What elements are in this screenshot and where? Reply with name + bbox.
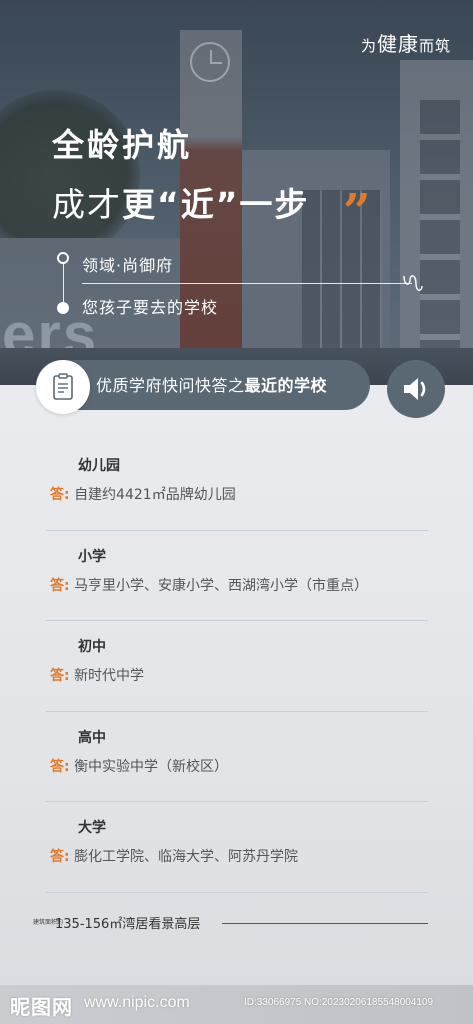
question-label: 大学	[78, 820, 106, 836]
question-label: 初中	[78, 639, 106, 655]
list-item: 初中 答: 新时代中学	[46, 621, 428, 712]
tagline-school: 您孩子要去的学校	[82, 298, 219, 317]
squiggle-icon	[403, 275, 423, 291]
footer-small-label: 建筑面积约	[33, 919, 64, 926]
quote-mark-icon: ”	[343, 184, 371, 240]
watermark-url: www.nipic.com	[84, 994, 190, 1011]
brand-slogan: 为健康而筑	[360, 32, 451, 56]
watermark-logo: 昵图网	[10, 995, 73, 1019]
speaker-icon[interactable]	[387, 360, 445, 418]
list-item: 幼儿园 答: 自建约4421㎡品牌幼儿园	[46, 440, 428, 531]
ring-dot-icon	[57, 252, 69, 264]
question-label: 高中	[78, 729, 106, 746]
footer-text: 135-156㎡湾居看景高层	[55, 917, 201, 932]
qa-banner-title: 优质学府快问快答之最近的学校	[96, 376, 328, 395]
headline-secondary: 成才更“近”一步	[52, 185, 310, 224]
filled-dot-icon	[57, 302, 69, 314]
list-item: 高中 答: 衡中实验中学（新校区）	[46, 712, 428, 802]
list-item: 大学 答: 膨化工学院、临海大学、阿苏丹学院	[46, 802, 428, 893]
tagline: 领域·尚御府 您孩子要去的学校	[52, 248, 423, 328]
answer-text: 答: 新时代中学	[50, 668, 145, 684]
answer-text: 答: 马亨里小学、安康小学、西湖湾小学（市重点）	[50, 577, 369, 594]
question-label: 小学	[78, 548, 106, 565]
answer-text: 答: 膨化工学院、临海大学、阿苏丹学院	[50, 849, 299, 865]
headline-primary: 全龄护航	[52, 126, 193, 164]
watermark-id: ID:33066975 NO:20230206185548004109	[244, 997, 434, 1008]
footer-divider	[222, 923, 428, 924]
answer-text: 答: 自建约4421㎡品牌幼儿园	[50, 487, 236, 503]
list-item: 小学 答: 马亨里小学、安康小学、西湖湾小学（市重点）	[46, 531, 428, 621]
qa-list: 幼儿园 答: 自建约4421㎡品牌幼儿园 小学 答: 马亨里小学、安康小学、西湖…	[46, 440, 428, 893]
question-label: 幼儿园	[78, 458, 120, 474]
clipboard-icon	[36, 360, 90, 414]
answer-text: 答: 衡中实验中学（新校区）	[50, 758, 229, 775]
tagline-project: 领域·尚御府	[82, 256, 174, 275]
footer-note: 建筑面积约 135-156㎡湾居看景高层	[33, 913, 200, 932]
